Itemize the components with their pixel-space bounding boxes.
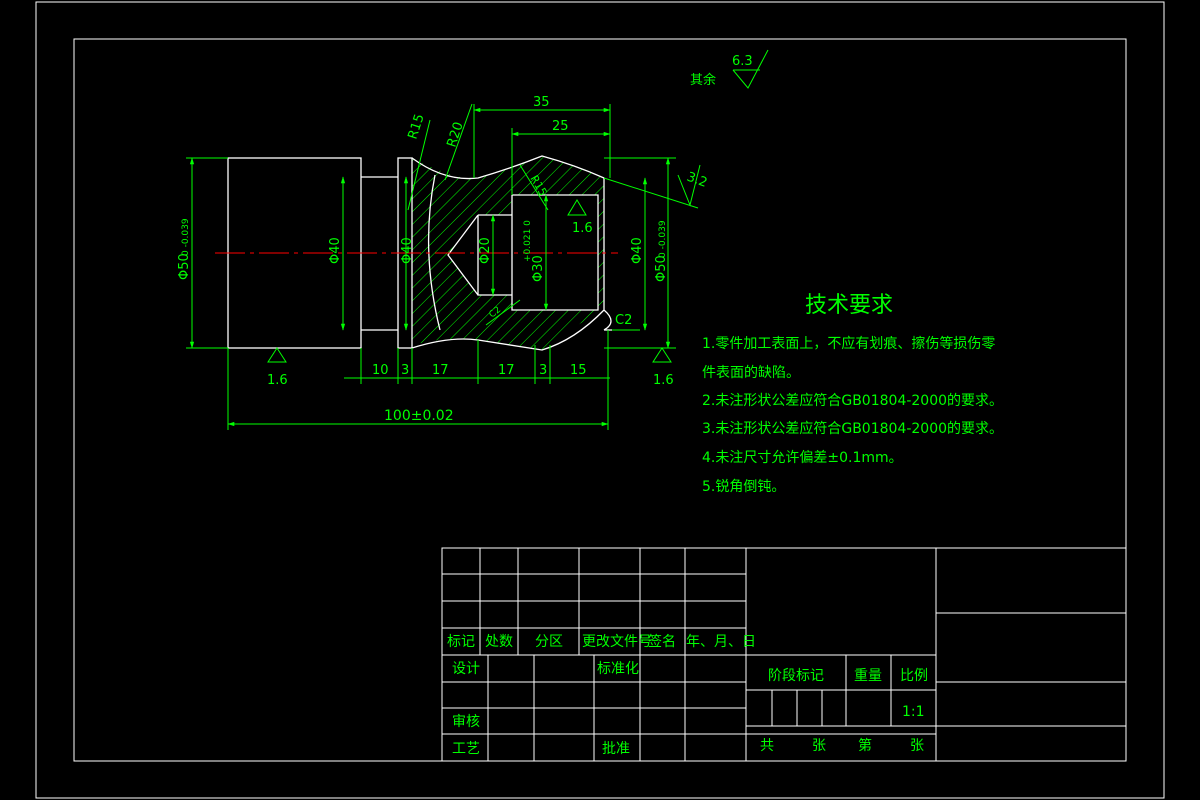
dim-r15-top: R15 [406,112,428,141]
tb-bili: 比例 [900,668,928,684]
dim-dia30-tol: +0.021 0 [523,220,533,262]
dim-len-3a: 3 [401,363,409,378]
dim-total: 100±0.02 [384,408,454,424]
requirement-line-3: 2.未注形状公差应符合GB01804-2000的要求。 [702,392,1003,409]
drawing-sheet: 其余 6.3 3.2 1.6 1.6 1.6 35 25 R15 R20 R15… [35,1,1165,799]
dim-dia40-left: Φ40 [328,237,343,264]
dim-len-15: 15 [570,363,587,378]
tb-gong: 共 [760,738,774,754]
dim-dia50-right-tol: 0 -0.039 [658,220,668,258]
tb-shenhe: 审核 [452,714,480,730]
tb-scale: 1:1 [902,704,925,720]
part-view [215,155,618,351]
tb-fenqu: 分区 [535,634,563,650]
roughness-others-label: 其余 [690,72,716,88]
roughness-others-value: 6.3 [732,54,753,69]
dim-dia30: Φ30 [531,255,546,282]
tb-chushu: 处数 [485,634,513,650]
tb-sheji: 设计 [452,661,480,677]
requirement-line-5: 4.未注尺寸允许偏差±0.1mm。 [702,450,903,466]
dim-r20: R20 [445,120,467,149]
title-block [441,547,1127,762]
tb-di: 第 [858,737,872,754]
roughness-right-face: 3.2 [685,170,710,191]
dim-dia20: Φ20 [478,237,493,264]
tb-qianming: 签名 [648,633,676,650]
tb-zhang2: 张 [910,738,924,754]
dim-len-17a: 17 [432,363,449,378]
dim-35: 35 [533,95,550,110]
tb-gongyi: 工艺 [452,741,480,757]
dim-dia50-right: Φ50 [654,255,669,282]
dim-len-3b: 3 [539,363,547,378]
tb-gaiwen: 更改文件号 [582,634,652,650]
dim-dia50-left-tol: 0 -0.039 [181,218,191,256]
tb-biaoji: 标记 [447,634,475,650]
requirement-line-4: 3.未注形状公差应符合GB01804-2000的要求。 [702,420,1003,437]
dim-len-10: 10 [372,363,389,378]
roughness-left-bottom: 1.6 [267,373,288,388]
dim-dia50-left: Φ50 [177,253,192,280]
tb-biaozhunhua: 标准化 [597,661,639,677]
tb-jieduan: 阶段标记 [768,668,824,684]
roughness-right-bottom: 1.6 [653,373,674,388]
requirement-line-6: 5.锐角倒钝。 [702,479,785,495]
requirement-line-1: 1.零件加工表面上，不应有划痕、擦伤等损伤零 [702,335,995,352]
dim-dia40-mid: Φ40 [400,237,415,264]
dim-chamfer: C2 [615,313,632,328]
dim-len-17b: 17 [498,363,515,378]
requirement-line-2: 件表面的缺陷。 [702,365,800,381]
tb-zhongliang: 重量 [854,668,882,684]
tb-date: 年、月、日 [686,634,756,650]
requirements-title: 技术要求 [805,293,893,318]
roughness-bore: 1.6 [572,221,593,236]
dim-25: 25 [552,119,569,134]
tb-pizhun: 批准 [602,741,630,757]
dim-dia40-right: Φ40 [630,237,645,264]
tb-zhang1: 张 [812,738,826,754]
technical-requirements: 技术要求 1.零件加工表面上，不应有划痕、擦伤等损伤零 件表面的缺陷。 2.未注… [702,293,1003,495]
